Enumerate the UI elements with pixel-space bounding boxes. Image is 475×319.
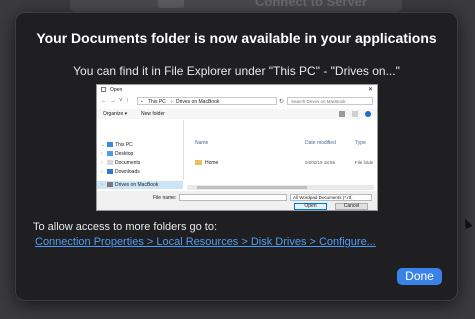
- breadcrumb-drives: Drives on MacBook: [176, 99, 220, 105]
- background-window-title: Connect to Server: [255, 0, 367, 9]
- configure-drives-link[interactable]: Connection Properties > Local Resources …: [35, 236, 376, 248]
- tree-item-downloads: › Downloads: [101, 169, 140, 177]
- dialog-title: Your Documents folder is now available i…: [36, 30, 437, 46]
- tree-label: Desktop: [115, 151, 134, 157]
- file-explorer-screenshot: Open ✕ ← → ˅ ↑ ▪ This PC › Drives on Mac…: [96, 84, 378, 211]
- access-instructions: To allow access to more folders go to:: [33, 221, 218, 233]
- column-date: Date modified: [305, 140, 336, 146]
- chevron-down-icon: ˅: [119, 98, 123, 104]
- pc-icon: ▪: [141, 99, 143, 105]
- explorer-address-bar: ← → ˅ ↑ ▪ This PC › Drives on MacBook ↻ …: [97, 96, 377, 107]
- forward-arrow-icon: →: [110, 98, 116, 104]
- background-window-header: Connect to Server: [70, 0, 402, 12]
- file-name-field: [179, 194, 287, 201]
- tree-label: Drives on MacBook: [115, 182, 159, 188]
- window-icon: [101, 87, 106, 92]
- cancel-button: Cancel: [335, 203, 368, 210]
- file-list: Name Date modified Type Home 04/02/19 18…: [187, 120, 375, 180]
- explorer-footer: File name: All Wordpad Documents (*.rtf,…: [97, 191, 377, 210]
- file-type: File folde: [355, 160, 374, 165]
- refresh-icon: ↻: [279, 99, 285, 105]
- organize-menu: Organize ▾: [103, 111, 128, 117]
- column-name: Name: [195, 140, 209, 146]
- scrollbar-thumb: [197, 186, 307, 189]
- folder-icon: [195, 160, 202, 166]
- documents-icon: [107, 160, 113, 166]
- server-icon: [158, 0, 184, 8]
- view-icon: [339, 111, 345, 117]
- mouse-cursor: [461, 216, 473, 230]
- tree-label: Documents: [115, 160, 141, 166]
- breadcrumb: ▪ This PC › Drives on MacBook: [137, 97, 277, 105]
- dialog-subtitle: You can find it in File Explorer under "…: [73, 64, 400, 78]
- breadcrumb-this-pc: This PC: [148, 99, 166, 105]
- explorer-window-title: Open: [110, 87, 123, 93]
- back-arrow-icon: ←: [101, 98, 107, 104]
- open-button: Open: [294, 203, 327, 210]
- explorer-toolbar: Organize ▾ New folder: [97, 109, 377, 119]
- tree-item-this-pc: ⌄ This PC: [101, 142, 133, 150]
- file-row: Home: [195, 160, 218, 166]
- download-icon: [107, 169, 113, 175]
- tree-item-documents: › Documents: [101, 160, 140, 168]
- explorer-titlebar: Open ✕: [97, 85, 377, 95]
- tree-item-drives-on-macbook: › Drives on MacBook: [101, 182, 158, 190]
- close-icon: ✕: [367, 87, 373, 93]
- tree-label: This PC: [115, 142, 133, 148]
- breadcrumb-separator: ›: [171, 99, 173, 105]
- file-date: 04/02/19 18:56: [305, 160, 336, 165]
- pane-icon: [352, 111, 358, 117]
- new-folder-button: New folder: [141, 111, 165, 117]
- drive-icon: [107, 182, 113, 188]
- search-placeholder: Search Drives on MacBook: [291, 99, 346, 104]
- done-button[interactable]: Done: [397, 268, 442, 285]
- horizontal-scrollbar: [187, 185, 374, 190]
- desktop-icon: [107, 151, 113, 157]
- column-type: Type: [355, 140, 366, 146]
- up-arrow-icon: ↑: [126, 98, 129, 104]
- help-icon: [365, 111, 371, 117]
- file-name: Home: [205, 160, 219, 166]
- tree-label: Downloads: [115, 169, 140, 175]
- file-type-filter-value: All Wordpad Documents (*.rtf,: [293, 195, 353, 200]
- file-name-label: File name:: [153, 195, 177, 201]
- tree-item-desktop: › Desktop: [101, 151, 133, 159]
- file-type-filter: All Wordpad Documents (*.rtf,: [290, 194, 372, 201]
- info-dialog: Your Documents folder is now available i…: [15, 12, 458, 301]
- pc-icon: [107, 142, 113, 148]
- explorer-search: Search Drives on MacBook: [287, 97, 373, 105]
